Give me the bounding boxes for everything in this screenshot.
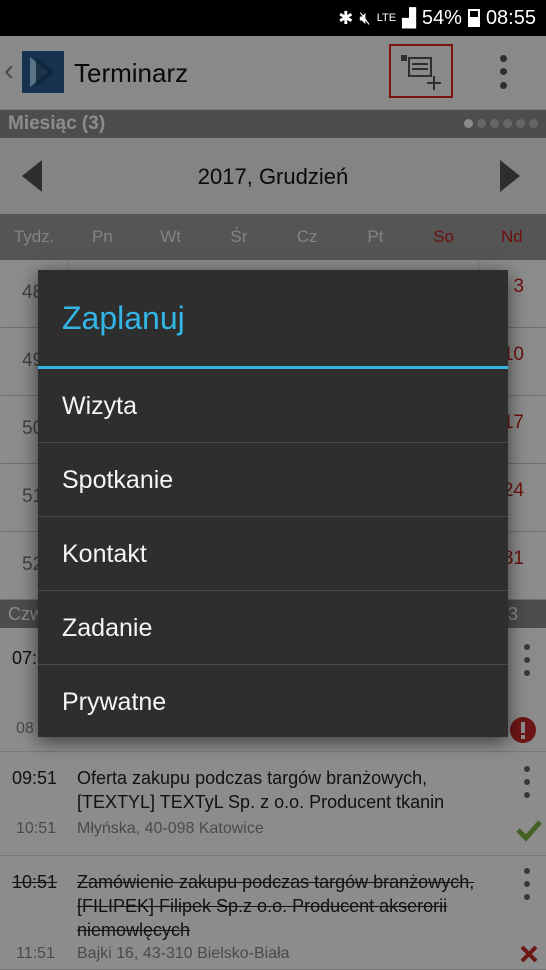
network-type: LTE bbox=[376, 12, 397, 24]
signal-icon: ▟ bbox=[402, 7, 416, 28]
status-bar: ✱ 🔇︎ LTE ▟ 54% 08:55 bbox=[0, 0, 546, 36]
battery-percent: 54% bbox=[421, 6, 462, 29]
option-zadanie[interactable]: Zadanie bbox=[38, 591, 508, 665]
battery-icon bbox=[467, 9, 480, 27]
option-prywatne[interactable]: Prywatne bbox=[38, 665, 508, 739]
clock: 08:55 bbox=[485, 6, 536, 29]
schedule-dialog: Zaplanuj Wizyta Spotkanie Kontakt Zadani… bbox=[38, 270, 508, 737]
dialog-title: Zaplanuj bbox=[62, 300, 185, 336]
bluetooth-icon: ✱ bbox=[338, 7, 354, 28]
mute-icon: 🔇︎ bbox=[359, 7, 371, 28]
option-wizyta[interactable]: Wizyta bbox=[38, 369, 508, 443]
option-kontakt[interactable]: Kontakt bbox=[38, 517, 508, 591]
option-spotkanie[interactable]: Spotkanie bbox=[38, 443, 508, 517]
